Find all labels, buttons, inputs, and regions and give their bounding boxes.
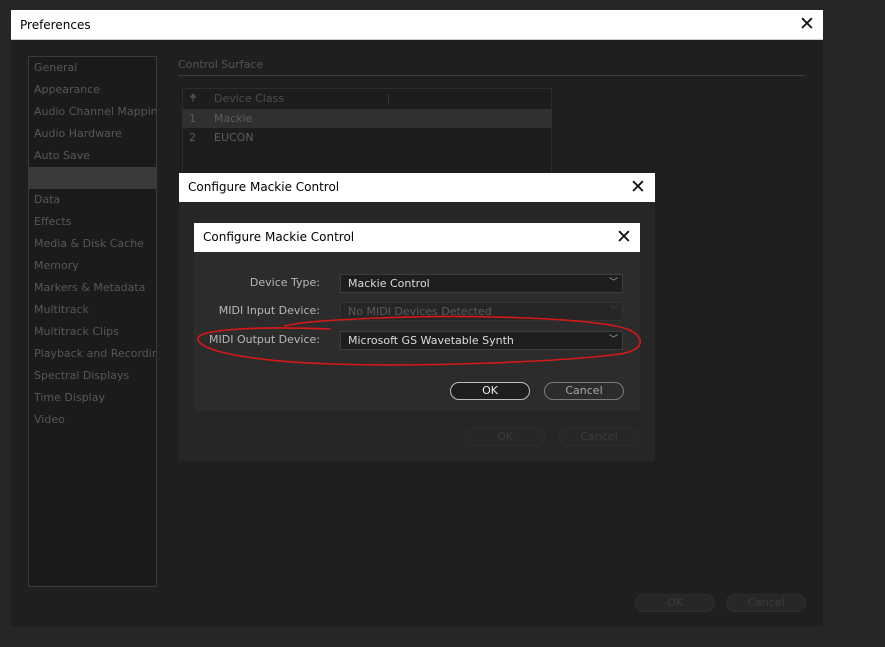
midi-output-value: Microsoft GS Wavetable Synth bbox=[348, 334, 514, 347]
sidebar-item[interactable]: Video bbox=[29, 409, 156, 431]
sidebar-item[interactable]: Appearance bbox=[29, 79, 156, 101]
sidebar-item[interactable]: Auto Save bbox=[29, 145, 156, 167]
sort-up-arrow-icon[interactable]: 🠉 bbox=[189, 89, 197, 109]
configure-front-titlebar: Configure Mackie Control ✕ bbox=[194, 223, 640, 252]
section-divider bbox=[178, 75, 805, 76]
device-type-label: Device Type: bbox=[249, 276, 320, 289]
midi-input-select: No MIDI Devices Detected ﹀ bbox=[340, 302, 623, 321]
section-title: Control Surface bbox=[178, 58, 264, 71]
table-row[interactable]: 1 Mackie bbox=[183, 109, 551, 128]
sidebar-item[interactable]: Time Display bbox=[29, 387, 156, 409]
table-rows: 1 Mackie 2 EUCON bbox=[183, 109, 551, 147]
sidebar-item[interactable]: Markers & Metadata bbox=[29, 277, 156, 299]
table-row[interactable]: 2 EUCON bbox=[183, 128, 551, 147]
row-number: 1 bbox=[189, 112, 196, 125]
configure-cancel-button[interactable]: Cancel bbox=[544, 382, 624, 400]
sidebar-item[interactable]: Control Surface bbox=[29, 167, 156, 189]
sidebar-item[interactable]: Multitrack Clips bbox=[29, 321, 156, 343]
preferences-ok-button[interactable]: OK bbox=[635, 594, 715, 612]
preferences-title: Preferences bbox=[20, 18, 91, 32]
row-device-class: EUCON bbox=[214, 131, 254, 144]
sidebar-item[interactable]: Multitrack bbox=[29, 299, 156, 321]
sidebar-item[interactable]: General bbox=[29, 57, 156, 79]
configure-front-title: Configure Mackie Control bbox=[203, 230, 355, 244]
midi-output-label: MIDI Output Device: bbox=[209, 333, 320, 346]
row-device-class: Mackie bbox=[214, 112, 253, 125]
configure-back-ok-button[interactable]: OK bbox=[465, 428, 545, 446]
midi-input-label: MIDI Input Device: bbox=[218, 304, 320, 317]
chevron-down-icon: ﹀ bbox=[608, 278, 618, 288]
configure-front-close-icon[interactable]: ✕ bbox=[609, 223, 639, 252]
sidebar-item[interactable]: Playback and Recording bbox=[29, 343, 156, 365]
device-type-value: Mackie Control bbox=[348, 277, 430, 290]
configure-ok-button[interactable]: OK bbox=[450, 382, 530, 400]
preferences-close-icon[interactable]: ✕ bbox=[792, 10, 822, 40]
preferences-titlebar: Preferences ✕ bbox=[11, 10, 823, 40]
column-header-device-class[interactable]: Device Class bbox=[214, 89, 284, 109]
sidebar-item[interactable]: Data bbox=[29, 189, 156, 211]
configure-back-cancel-button[interactable]: Cancel bbox=[559, 428, 639, 446]
midi-input-value: No MIDI Devices Detected bbox=[348, 305, 492, 318]
chevron-down-icon: ﹀ bbox=[608, 335, 618, 345]
preferences-sidebar: General Appearance Audio Channel Mapping Au… bbox=[28, 56, 157, 587]
column-separator bbox=[388, 93, 389, 105]
configure-back-close-icon[interactable]: ✕ bbox=[623, 173, 653, 202]
configure-back-title: Configure Mackie Control bbox=[188, 180, 340, 194]
device-type-select[interactable]: Mackie Control ﹀ bbox=[340, 274, 623, 293]
sidebar-item[interactable]: Spectral Displays bbox=[29, 365, 156, 387]
sidebar-item[interactable]: Media & Disk Cache bbox=[29, 233, 156, 255]
sidebar-item[interactable]: Audio Hardware bbox=[29, 123, 156, 145]
configure-back-titlebar: Configure Mackie Control ✕ bbox=[179, 173, 655, 202]
preferences-cancel-button[interactable]: Cancel bbox=[726, 594, 806, 612]
sidebar-item[interactable]: Effects bbox=[29, 211, 156, 233]
chevron-down-icon: ﹀ bbox=[608, 306, 618, 316]
configure-dialog-front: Configure Mackie Control ✕ Device Type: … bbox=[194, 223, 640, 411]
midi-output-select[interactable]: Microsoft GS Wavetable Synth ﹀ bbox=[340, 331, 623, 350]
table-header: 🠉 Device Class bbox=[183, 89, 551, 109]
sidebar-item[interactable]: Memory bbox=[29, 255, 156, 277]
row-number: 2 bbox=[189, 131, 196, 144]
sidebar-item[interactable]: Audio Channel Mapping bbox=[29, 101, 156, 123]
